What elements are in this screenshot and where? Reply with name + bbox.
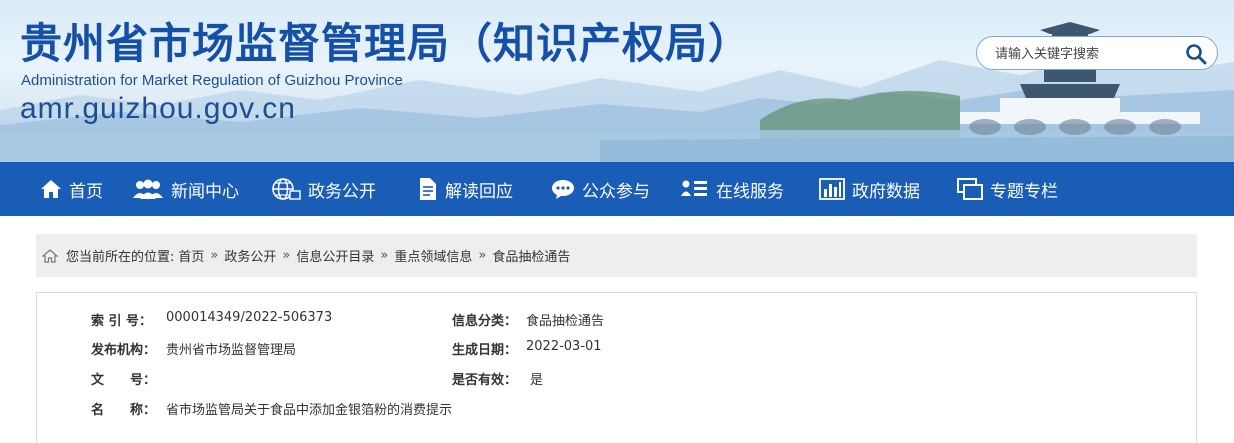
- date-value: 2022-03-01: [526, 339, 602, 354]
- main-nav: 首页 新闻中心 政务公开 解读回应 公众参与 在线服务 政府数据 专题专栏: [0, 162, 1234, 216]
- breadcrumb-separator: »: [282, 248, 291, 263]
- site-subtitle: Administration for Market Regulation of …: [21, 72, 403, 89]
- info-row: 名 称： 省市场监管局关于食品中添加金银箔粉的消费提示: [37, 399, 1198, 421]
- validity-value: 是: [530, 373, 544, 388]
- breadcrumb-separator: »: [380, 248, 389, 263]
- nav-item-label: 政务公开: [308, 181, 376, 202]
- search-box: [976, 36, 1218, 70]
- info-row: 发布机构： 贵州省市场监督管理局 生成日期： 2022-03-01: [37, 339, 1198, 361]
- site-title: 贵州省市场监督管理局（知识产权局）: [20, 19, 752, 68]
- search-icon[interactable]: [1185, 43, 1207, 65]
- breadcrumb-link-gov-affairs[interactable]: 政务公开: [224, 246, 276, 265]
- nav-item-label: 新闻中心: [171, 181, 239, 202]
- index-number-label: 索 引 号：: [91, 314, 153, 329]
- breadcrumb-link-food-inspection[interactable]: 食品抽检通告: [492, 246, 570, 265]
- nav-item-label: 解读回应: [445, 181, 513, 202]
- date-label: 生成日期：: [452, 343, 518, 358]
- user-list-icon: [681, 180, 707, 196]
- info-row: 索 引 号： 000014349/2022-506373 信息分类： 食品抽检通…: [37, 310, 1198, 332]
- people-icon: [133, 179, 163, 199]
- publisher-label: 发布机构：: [91, 343, 157, 358]
- category-label: 信息分类：: [452, 314, 518, 329]
- site-domain: amr.guizhou.gov.cn: [20, 92, 296, 125]
- nav-item-label: 首页: [69, 181, 103, 202]
- home-icon: [41, 180, 61, 198]
- category-value: 食品抽检通告: [526, 314, 605, 329]
- breadcrumb-separator: »: [478, 248, 487, 263]
- breadcrumb-prefix: 您当前所在的位置:: [66, 250, 175, 265]
- document-icon: [420, 178, 436, 200]
- nav-item-label: 政府数据: [852, 181, 920, 202]
- nav-item-interpretation[interactable]: 解读回应: [416, 162, 513, 216]
- breadcrumb-link-home[interactable]: 首页: [178, 246, 204, 265]
- nav-item-home[interactable]: 首页: [40, 162, 103, 216]
- nav-item-label: 在线服务: [716, 181, 784, 202]
- breadcrumb-link-catalog[interactable]: 信息公开目录: [296, 246, 374, 265]
- home-outline-icon: [42, 248, 58, 263]
- nav-item-online-service[interactable]: 在线服务: [681, 162, 784, 216]
- title-value: 省市场监管局关于食品中添加金银箔粉的消费提示: [166, 403, 453, 418]
- doc-number-label: 文 号：: [91, 373, 157, 388]
- globe-icon: [272, 178, 301, 200]
- header-banner: 贵州省市场监督管理局（知识产权局） Administration for Mar…: [0, 0, 1234, 162]
- windows-icon: [957, 178, 983, 200]
- search-input[interactable]: [995, 43, 1175, 65]
- index-number-value: 000014349/2022-506373: [166, 310, 333, 325]
- nav-item-news[interactable]: 新闻中心: [132, 162, 239, 216]
- title-label: 名 称：: [91, 403, 157, 418]
- nav-item-label: 公众参与: [582, 181, 650, 202]
- breadcrumb-separator: »: [210, 248, 219, 263]
- nav-item-gov-data[interactable]: 政府数据: [819, 162, 920, 216]
- publisher-value: 贵州省市场监督管理局: [166, 343, 297, 358]
- nav-item-label: 专题专栏: [990, 181, 1058, 202]
- document-info-panel: 索 引 号： 000014349/2022-506373 信息分类： 食品抽检通…: [36, 292, 1197, 443]
- breadcrumb-link-key-areas[interactable]: 重点领域信息: [394, 246, 472, 265]
- validity-label: 是否有效：: [452, 373, 518, 388]
- breadcrumb: 您当前所在的位置: 首页 » 政务公开 » 信息公开目录 » 重点领域信息 » …: [36, 234, 1197, 277]
- nav-item-special-topics[interactable]: 专题专栏: [957, 162, 1058, 216]
- chat-icon: [552, 180, 574, 199]
- nav-item-gov-affairs[interactable]: 政务公开: [271, 162, 376, 216]
- info-row: 文 号： 是否有效： 是: [37, 369, 1198, 391]
- nav-item-participation[interactable]: 公众参与: [551, 162, 650, 216]
- bar-chart-icon: [819, 178, 845, 200]
